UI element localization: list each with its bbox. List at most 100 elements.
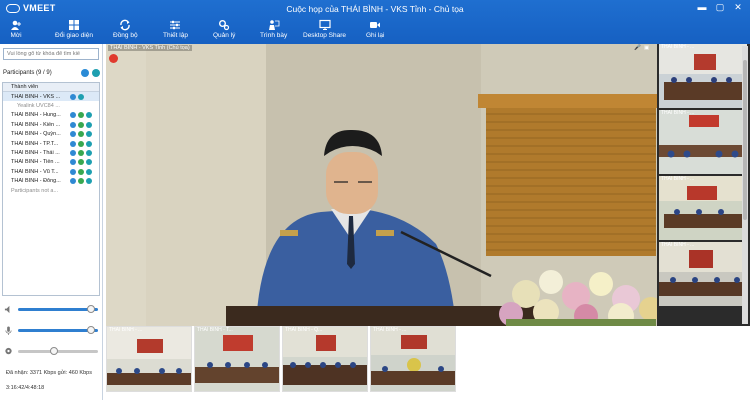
settings-sliders-icon [170, 20, 181, 30]
person-add-icon [11, 20, 21, 30]
person-icon [70, 121, 76, 128]
video-thumbnail[interactable]: THÁI BÌNH - ... [659, 242, 747, 306]
video-thumbnail[interactable]: THÁI BÌNH - ... [106, 326, 192, 392]
title-bar: VMEET Cuộc họp của THÁI BÌNH - VKS Tỉnh … [0, 0, 750, 44]
video-screen-icon[interactable]: ▣ [644, 45, 649, 51]
sync-icon [120, 19, 130, 31]
search-input[interactable] [3, 48, 99, 60]
maximize-button[interactable]: ▢ [714, 2, 726, 13]
scrollbar-thumb[interactable] [743, 60, 747, 220]
list-item[interactable]: Participants not a... [3, 186, 99, 195]
monitor-icon [318, 19, 331, 30]
microphone-icon[interactable] [4, 326, 13, 335]
manage-button[interactable]: Quản lý [213, 18, 235, 39]
video-thumbnail[interactable]: THÁI BÌNH - ... [659, 176, 747, 240]
participants-header: Participants (9 / 9) [3, 68, 100, 78]
thumbnail-frame [659, 176, 747, 240]
video-thumbnail[interactable]: THÁI BÌNH - Q... [282, 326, 368, 392]
person-icon [70, 168, 76, 175]
camera-settings-icon[interactable] [92, 69, 100, 77]
list-item[interactable]: THÁI BÌNH - Hung... [3, 111, 99, 120]
thumbnail-frame [659, 44, 747, 108]
meeting-timer: 3:16:42/4:48:18 [6, 385, 45, 391]
video-icon [86, 131, 92, 138]
layout-icon [68, 20, 79, 30]
person-icon [70, 150, 76, 157]
speaker-volume-knob[interactable] [87, 305, 96, 313]
list-item[interactable]: THÁI BÌNH - TP.T... [3, 139, 99, 148]
person-icon [70, 131, 76, 138]
video-icon [86, 178, 92, 185]
video-mic-icon[interactable]: 🎤 [634, 45, 641, 51]
settings-button[interactable]: Thiết lập [163, 18, 188, 39]
video-icon [86, 140, 92, 147]
record-indicator-icon [109, 54, 118, 63]
camera-brightness-slider[interactable] [18, 347, 98, 355]
thumbnail-frame [659, 110, 747, 174]
person-icon [70, 140, 76, 147]
participant-list[interactable]: Thành viên THÁI BÌNH - VKS ... Yealink U… [2, 82, 100, 296]
minimize-button[interactable]: ▬ [696, 2, 708, 12]
list-item[interactable]: Yealink UVC84 ... [3, 101, 99, 110]
close-button[interactable]: ✕ [732, 2, 744, 13]
speaker-video-frame [106, 44, 657, 326]
camera-brightness-knob[interactable] [50, 347, 59, 355]
mic-icon [78, 168, 84, 175]
invite-button[interactable]: Mời [10, 18, 22, 39]
record-button[interactable]: Ghi lại [366, 18, 384, 39]
video-icon [86, 168, 92, 175]
bandwidth-status: Đã nhận: 3371 Kbps gửi: 460 Kbps [6, 370, 92, 376]
main-video-label: THÁI BÌNH - VKS Tỉnh (Chủ tọa) [108, 45, 192, 51]
list-item[interactable]: THÁI BÌNH - Tiền ... [3, 158, 99, 167]
mic-icon [78, 121, 84, 128]
video-record-icon [370, 22, 381, 28]
video-icon [86, 159, 92, 166]
column-header: Thành viên [3, 83, 99, 92]
mic-icon [78, 178, 84, 185]
thumbnail-frame [195, 327, 279, 391]
mic-icon [78, 150, 84, 157]
speaker-icon[interactable] [4, 305, 13, 314]
list-item[interactable]: THÁI BÌNH - Vũ T... [3, 167, 99, 176]
video-icon [78, 93, 84, 100]
gears-icon [219, 20, 230, 31]
video-thumbnail[interactable]: THÁI BÌNH - T... [194, 326, 280, 392]
list-item[interactable]: THÁI BÌNH - Quỳn... [3, 130, 99, 139]
video-icon [86, 150, 92, 157]
bottom-thumbnail-strip: THÁI BÌNH - ... THÁI BÌNH - T... THÁI BÌ… [106, 326, 750, 394]
people-icon[interactable] [81, 69, 89, 77]
video-thumbnail[interactable]: THÁI BÌNH - ... [370, 326, 456, 392]
mic-icon [78, 140, 84, 147]
desktop-share-button[interactable]: Desktop Share [303, 18, 346, 39]
mic-volume-knob[interactable] [87, 326, 96, 334]
mic-volume-slider[interactable] [18, 326, 98, 334]
speaker-volume-slider[interactable] [18, 305, 98, 313]
list-item[interactable]: THÁI BÌNH - Kiến ... [3, 120, 99, 129]
change-layout-button[interactable]: Đổi giao diện [55, 18, 93, 39]
person-icon [70, 93, 76, 100]
video-icon [86, 112, 92, 119]
person-icon [70, 178, 76, 185]
video-thumbnail[interactable]: THÁI BÌNH - ... [659, 44, 747, 108]
presenter-icon [268, 20, 280, 30]
list-item[interactable]: THÁI BÌNH - Đông... [3, 177, 99, 186]
main-video[interactable]: THÁI BÌNH - VKS Tỉnh (Chủ tọa) 🎤 ▣ [106, 44, 657, 326]
list-item[interactable]: THÁI BÌNH - VKS ... [3, 92, 99, 102]
list-item[interactable]: THÁI BÌNH - Thái ... [3, 148, 99, 157]
right-thumbnail-strip: THÁI BÌNH - ... THÁI BÌNH - ... THÁI BÌN… [657, 44, 750, 326]
present-button[interactable]: Trình bày [260, 18, 287, 39]
thumbnail-frame [107, 327, 191, 391]
sync-button[interactable]: Đồng bộ [113, 18, 138, 39]
thumbnail-frame [659, 242, 747, 306]
person-icon [70, 112, 76, 119]
thumbnail-frame [371, 327, 455, 391]
participants-panel: Participants (9 / 9) Thành viên THÁI BÌN… [0, 44, 103, 400]
video-icon [86, 121, 92, 128]
participants-count: Participants (9 / 9) [3, 70, 52, 76]
person-icon [70, 159, 76, 166]
window-title: Cuộc họp của THÁI BÌNH - VKS Tỉnh - Chủ … [286, 4, 464, 14]
webcam-icon[interactable] [4, 347, 13, 356]
mic-icon [78, 131, 84, 138]
mic-icon [78, 112, 84, 119]
video-thumbnail[interactable]: THÁI BÌNH - ... [659, 110, 747, 174]
